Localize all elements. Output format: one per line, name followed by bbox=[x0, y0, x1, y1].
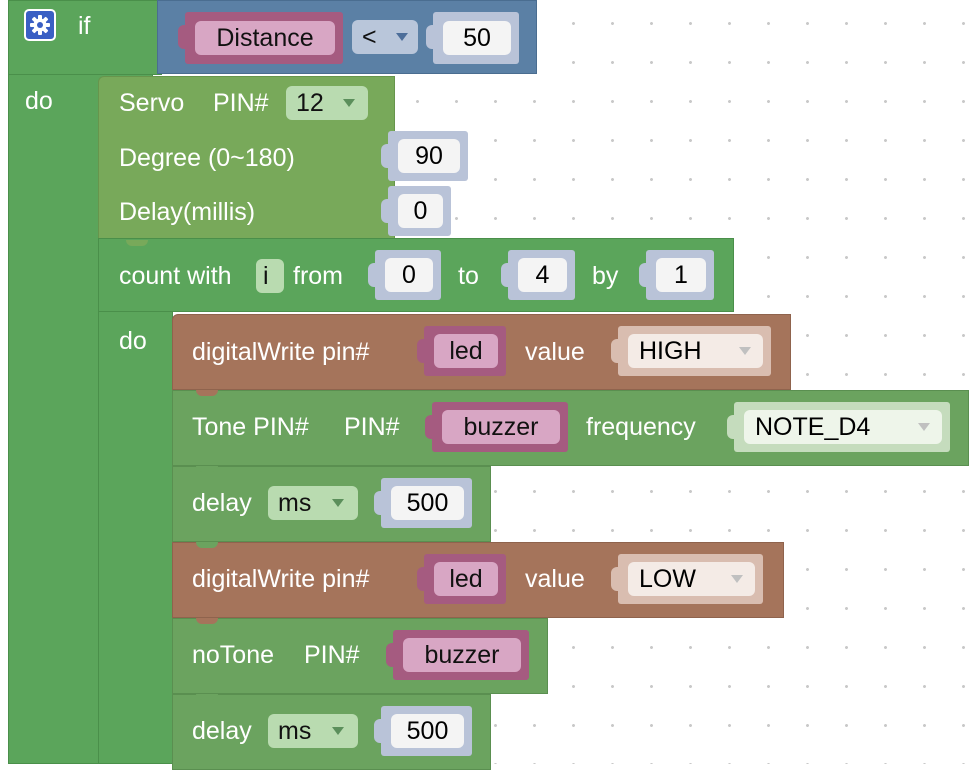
delay2-value-slot[interactable]: 500 bbox=[374, 706, 472, 756]
tone-frequency-label: frequency bbox=[586, 413, 696, 441]
servo-degree-value[interactable]: 90 bbox=[398, 139, 460, 173]
dw2-label: digitalWrite pin# bbox=[192, 565, 370, 593]
statement-notch bbox=[196, 618, 218, 624]
by-value[interactable]: 1 bbox=[656, 258, 706, 292]
chevron-down-icon bbox=[739, 347, 751, 355]
tone-frequency-dropdown[interactable]: NOTE_D4 bbox=[744, 410, 942, 444]
servo-degree-label: Degree (0~180) bbox=[119, 144, 295, 172]
loop-variable-value: i bbox=[263, 262, 269, 290]
by-slot[interactable]: 1 bbox=[639, 250, 714, 300]
if-do-label: do bbox=[25, 87, 53, 115]
dw1-value-dropdown[interactable]: HIGH bbox=[628, 334, 763, 368]
notone-pin-slot[interactable]: buzzer bbox=[386, 630, 529, 680]
dw2-value: LOW bbox=[639, 565, 696, 593]
chevron-down-icon bbox=[332, 499, 344, 507]
servo-pin-label: PIN# bbox=[213, 89, 269, 117]
from-slot[interactable]: 0 bbox=[368, 250, 441, 300]
by-label: by bbox=[592, 262, 619, 290]
servo-delay-label: Delay(millis) bbox=[119, 198, 256, 226]
gear-icon[interactable] bbox=[24, 9, 56, 41]
statement-notch bbox=[196, 542, 218, 548]
loop-do-label: do bbox=[119, 327, 147, 355]
delay1-unit-dropdown[interactable]: ms bbox=[268, 486, 358, 520]
distance-slot[interactable]: Distance bbox=[178, 12, 343, 64]
dw1-label: digitalWrite pin# bbox=[192, 338, 370, 366]
statement-notch bbox=[196, 694, 218, 700]
compare-value-slot[interactable]: 50 bbox=[426, 12, 519, 64]
operator-dropdown[interactable]: < bbox=[352, 20, 418, 54]
tone-pin-label: PIN# bbox=[344, 413, 400, 441]
delay1-value[interactable]: 500 bbox=[391, 486, 464, 520]
servo-degree-slot[interactable]: 90 bbox=[381, 131, 468, 181]
tone-frequency-value: NOTE_D4 bbox=[755, 413, 871, 441]
dw2-value-dropdown[interactable]: LOW bbox=[628, 562, 755, 596]
to-value[interactable]: 4 bbox=[518, 258, 567, 292]
chevron-down-icon bbox=[918, 423, 930, 431]
delay2-label: delay bbox=[192, 717, 252, 745]
chevron-down-icon bbox=[332, 727, 344, 735]
delay2-value[interactable]: 500 bbox=[391, 714, 464, 748]
operator-value: < bbox=[362, 23, 377, 51]
loop-variable[interactable]: i bbox=[256, 259, 284, 293]
from-value[interactable]: 0 bbox=[385, 258, 433, 292]
delay2-unit-dropdown[interactable]: ms bbox=[268, 714, 358, 748]
notone-pin-variable[interactable]: buzzer bbox=[403, 638, 521, 672]
chevron-down-icon bbox=[396, 33, 408, 41]
dw1-pin-variable[interactable]: led bbox=[434, 334, 498, 368]
statement-notch bbox=[196, 390, 218, 396]
statement-notch bbox=[196, 466, 218, 472]
dw1-pin-slot[interactable]: led bbox=[417, 326, 506, 376]
notone-label: noTone bbox=[192, 641, 275, 669]
dw1-value: HIGH bbox=[639, 337, 702, 365]
tone-label: Tone PIN# bbox=[192, 413, 309, 441]
notone-pin-label: PIN# bbox=[304, 641, 360, 669]
delay1-label: delay bbox=[192, 489, 252, 517]
distance-variable[interactable]: Distance bbox=[195, 21, 335, 55]
servo-delay-slot[interactable]: 0 bbox=[381, 186, 451, 236]
to-label: to bbox=[458, 262, 479, 290]
servo-pin-value: 12 bbox=[296, 89, 324, 117]
statement-notch bbox=[126, 240, 148, 246]
servo-delay-value[interactable]: 0 bbox=[398, 194, 443, 228]
servo-pin-dropdown[interactable]: 12 bbox=[286, 86, 368, 120]
dw2-pin-slot[interactable]: led bbox=[417, 554, 506, 604]
dw2-value-label: value bbox=[525, 565, 585, 593]
to-slot[interactable]: 4 bbox=[501, 250, 575, 300]
if-label: if bbox=[78, 12, 91, 40]
count-with-label: count with bbox=[119, 262, 232, 290]
dw1-value-slot[interactable]: HIGH bbox=[611, 326, 771, 376]
tone-pin-variable[interactable]: buzzer bbox=[442, 410, 560, 444]
compare-value[interactable]: 50 bbox=[443, 21, 511, 55]
tone-frequency-slot[interactable]: NOTE_D4 bbox=[727, 402, 950, 452]
tone-pin-slot[interactable]: buzzer bbox=[425, 402, 568, 452]
dw2-value-slot[interactable]: LOW bbox=[611, 554, 763, 604]
chevron-down-icon bbox=[731, 575, 743, 583]
chevron-down-icon bbox=[343, 99, 355, 107]
delay1-unit: ms bbox=[278, 489, 312, 517]
delay2-unit: ms bbox=[278, 717, 312, 745]
dw1-value-label: value bbox=[525, 338, 585, 366]
servo-title: Servo bbox=[119, 89, 185, 117]
count-loop-block[interactable] bbox=[98, 238, 173, 764]
dw2-pin-variable[interactable]: led bbox=[434, 562, 498, 596]
from-label: from bbox=[293, 262, 343, 290]
delay1-value-slot[interactable]: 500 bbox=[374, 478, 472, 528]
